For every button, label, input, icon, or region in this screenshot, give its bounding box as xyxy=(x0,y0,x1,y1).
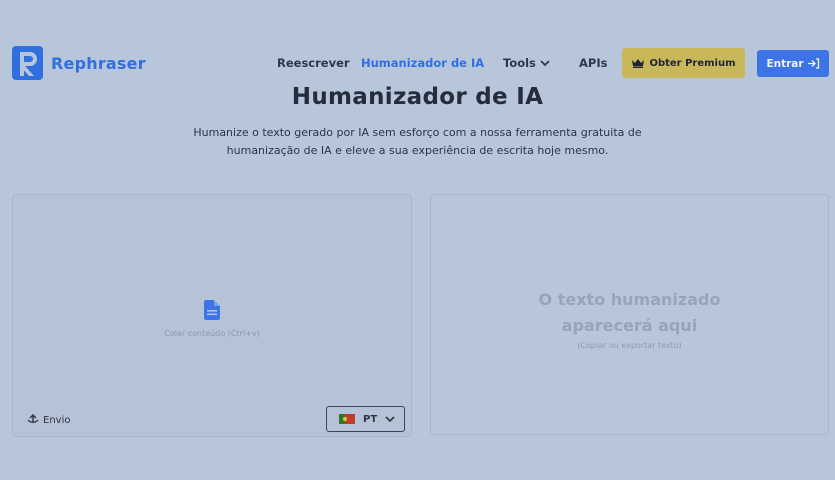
upload-label: Envio xyxy=(43,414,71,426)
output-placeholder-line-1: O texto humanizado xyxy=(538,290,721,309)
brand-logo[interactable]: Rephraser xyxy=(12,46,146,80)
login-arrow-icon xyxy=(807,58,819,69)
nav-link-humanizador[interactable]: Humanizador de IA xyxy=(361,56,484,70)
chevron-down-icon xyxy=(385,415,395,422)
portugal-flag-icon xyxy=(339,414,355,424)
language-select[interactable]: PT xyxy=(326,406,405,432)
brand-name: Rephraser xyxy=(51,53,146,73)
login-button[interactable]: Entrar xyxy=(757,50,829,77)
top-band xyxy=(0,0,835,42)
premium-button[interactable]: Obter Premium xyxy=(622,48,745,78)
output-hint: (Copiar ou exportar texto) xyxy=(577,341,682,350)
nav-link-tools[interactable]: Tools xyxy=(503,56,550,70)
document-icon xyxy=(204,300,220,320)
nav-link-tools-label: Tools xyxy=(503,56,536,70)
nav-link-apis[interactable]: APIs xyxy=(579,56,607,70)
bottom-band xyxy=(0,444,835,480)
language-code: PT xyxy=(363,413,378,425)
subtitle-line-1: Humanize o texto gerado por IA sem esfor… xyxy=(193,126,642,139)
paste-hint: Colar conteúdo (Ctrl+v) xyxy=(164,329,260,338)
chevron-down-icon xyxy=(540,60,550,67)
upload-button[interactable]: Envio xyxy=(25,413,70,427)
output-panel: O texto humanizado aparecerá aqui (Copia… xyxy=(430,194,829,435)
nav-link-reescrever[interactable]: Reescrever xyxy=(277,56,350,70)
rephraser-logo-icon xyxy=(12,46,43,80)
login-label: Entrar xyxy=(766,57,804,70)
page-title: Humanizador de IA xyxy=(291,84,544,110)
output-placeholder: O texto humanizado aparecerá aqui xyxy=(431,287,828,339)
upload-icon xyxy=(27,414,39,423)
premium-label: Obter Premium xyxy=(649,57,736,69)
subtitle-line-2: humanização de IA e eleve a sua experiên… xyxy=(226,144,609,157)
page-subtitle: Humanize o texto gerado por IA sem esfor… xyxy=(150,124,685,160)
input-panel[interactable]: Colar conteúdo (Ctrl+v) Envio PT xyxy=(12,194,412,437)
crown-icon xyxy=(632,59,645,68)
navbar: Rephraser Reescrever Humanizador de IA T… xyxy=(0,42,835,84)
output-placeholder-line-2: aparecerá aqui xyxy=(561,316,698,335)
